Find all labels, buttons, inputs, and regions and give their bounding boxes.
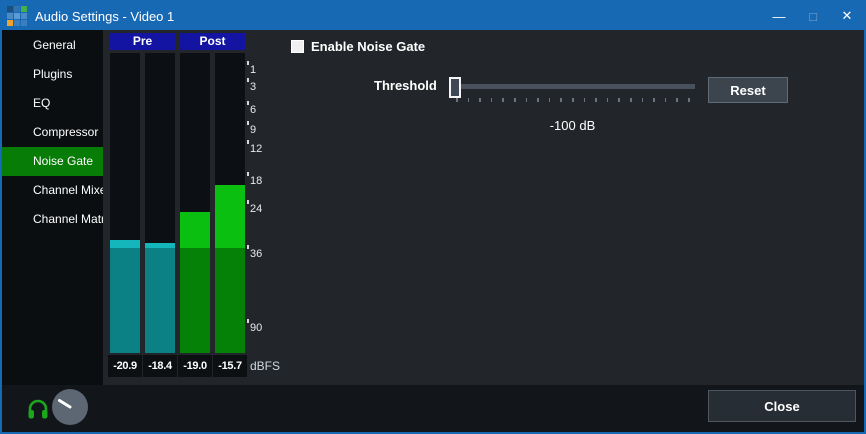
logo-square	[21, 20, 27, 26]
logo-square	[21, 13, 27, 19]
meter-column	[145, 53, 175, 353]
slider-tick	[549, 98, 551, 102]
meter-value-pre-1: -20.9	[108, 355, 142, 377]
slider-tick	[676, 98, 678, 102]
slider-tick	[526, 98, 528, 102]
meter-bar-dark-segment	[110, 248, 140, 353]
meter-header-pre: Pre	[110, 33, 175, 50]
slider-tick	[502, 98, 504, 102]
reset-button[interactable]: Reset	[708, 77, 788, 103]
slider-tick	[642, 98, 644, 102]
sidebar: GeneralPluginsEQCompressorNoise GateChan…	[2, 30, 103, 385]
slider-tick	[688, 98, 690, 102]
audio-settings-window: Audio Settings - Video 1 — □ ✕ GeneralPl…	[0, 0, 866, 434]
slider-tick	[595, 98, 597, 102]
slider-tick	[630, 98, 632, 102]
meter-bar-dark-segment	[215, 248, 245, 353]
close-button[interactable]: Close	[708, 390, 856, 422]
sidebar-item-channel-mixer[interactable]: Channel Mixer	[2, 176, 103, 205]
slider-tick	[618, 98, 620, 102]
close-window-button[interactable]: ✕	[830, 2, 864, 30]
meter-value-post-1: -19.0	[178, 355, 212, 377]
logo-square	[7, 13, 13, 19]
window-controls: — □ ✕	[762, 2, 864, 30]
slider-tick	[607, 98, 609, 102]
scale-tick-mark	[247, 140, 249, 144]
dialog-body: GeneralPluginsEQCompressorNoise GateChan…	[2, 30, 864, 385]
meter-header-post: Post	[180, 33, 245, 50]
scale-label-1: 1	[250, 65, 256, 76]
meter-bar-bright-segment	[110, 240, 140, 248]
meter-bar-dark-segment	[180, 248, 210, 353]
slider-tick	[491, 98, 493, 102]
logo-square	[7, 6, 13, 12]
logo-square	[14, 6, 20, 12]
scale-label-36: 36	[250, 249, 262, 260]
threshold-value-label: -100 dB	[450, 118, 695, 133]
logo-square	[7, 20, 13, 26]
scale-label-24: 24	[250, 204, 262, 215]
scale-tick-mark	[247, 61, 249, 65]
slider-tick	[560, 98, 562, 102]
scale-tick-mark	[247, 78, 249, 82]
scale-label-90: 90	[250, 323, 262, 334]
enable-noise-gate-checkbox[interactable]	[291, 40, 304, 53]
scale-label-12: 12	[250, 144, 262, 155]
sidebar-item-eq[interactable]: EQ	[2, 89, 103, 118]
title-bar: Audio Settings - Video 1 — □ ✕	[2, 2, 864, 30]
slider-tick	[514, 98, 516, 102]
slider-tick	[537, 98, 539, 102]
meter-column	[180, 53, 210, 353]
slider-tick	[584, 98, 586, 102]
scale-label-3: 3	[250, 82, 256, 93]
content-area: dBFS Enable Noise Gate Threshold -100 dB…	[103, 30, 864, 385]
meter-value-pre-2: -18.4	[143, 355, 177, 377]
scale-tick-mark	[247, 121, 249, 125]
footer-bar: Close	[2, 385, 864, 432]
slider-tick	[479, 98, 481, 102]
sidebar-item-plugins[interactable]: Plugins	[2, 60, 103, 89]
sidebar-item-compressor[interactable]: Compressor	[2, 118, 103, 147]
dbfs-unit-label: dBFS	[250, 355, 280, 377]
scale-tick-mark	[247, 319, 249, 323]
scale-tick-mark	[247, 245, 249, 249]
slider-tick	[653, 98, 655, 102]
scale-label-6: 6	[250, 105, 256, 116]
sidebar-item-channel-matrix[interactable]: Channel Matrix	[2, 205, 103, 234]
logo-square	[14, 13, 20, 19]
logo-square	[21, 6, 27, 12]
scale-tick-mark	[247, 101, 249, 105]
maximize-button: □	[796, 2, 830, 30]
slider-tick	[572, 98, 574, 102]
sidebar-item-general[interactable]: General	[2, 31, 103, 60]
meter-value-post-2: -15.7	[213, 355, 247, 377]
volume-knob[interactable]	[51, 388, 89, 431]
meter-bar-bright-segment	[180, 212, 210, 248]
threshold-slider-track[interactable]	[450, 84, 695, 89]
scale-tick-mark	[247, 172, 249, 176]
scale-label-18: 18	[250, 176, 262, 187]
slider-tick	[456, 98, 458, 102]
enable-noise-gate-label: Enable Noise Gate	[311, 39, 425, 54]
sidebar-item-noise-gate[interactable]: Noise Gate	[2, 147, 103, 176]
threshold-label: Threshold	[374, 78, 437, 93]
window-title: Audio Settings - Video 1	[35, 9, 762, 24]
meter-bar-dark-segment	[145, 248, 175, 353]
meter-bar-bright-segment	[215, 185, 245, 248]
minimize-button[interactable]: —	[762, 2, 796, 30]
slider-tick	[665, 98, 667, 102]
threshold-slider-thumb[interactable]	[449, 77, 461, 98]
vmix-logo-icon	[7, 6, 27, 26]
meter-column	[110, 53, 140, 353]
meter-column	[215, 53, 245, 353]
headphones-icon[interactable]	[27, 398, 49, 425]
scale-tick-mark	[247, 200, 249, 204]
slider-tick	[468, 98, 470, 102]
logo-square	[14, 20, 20, 26]
scale-label-9: 9	[250, 125, 256, 136]
